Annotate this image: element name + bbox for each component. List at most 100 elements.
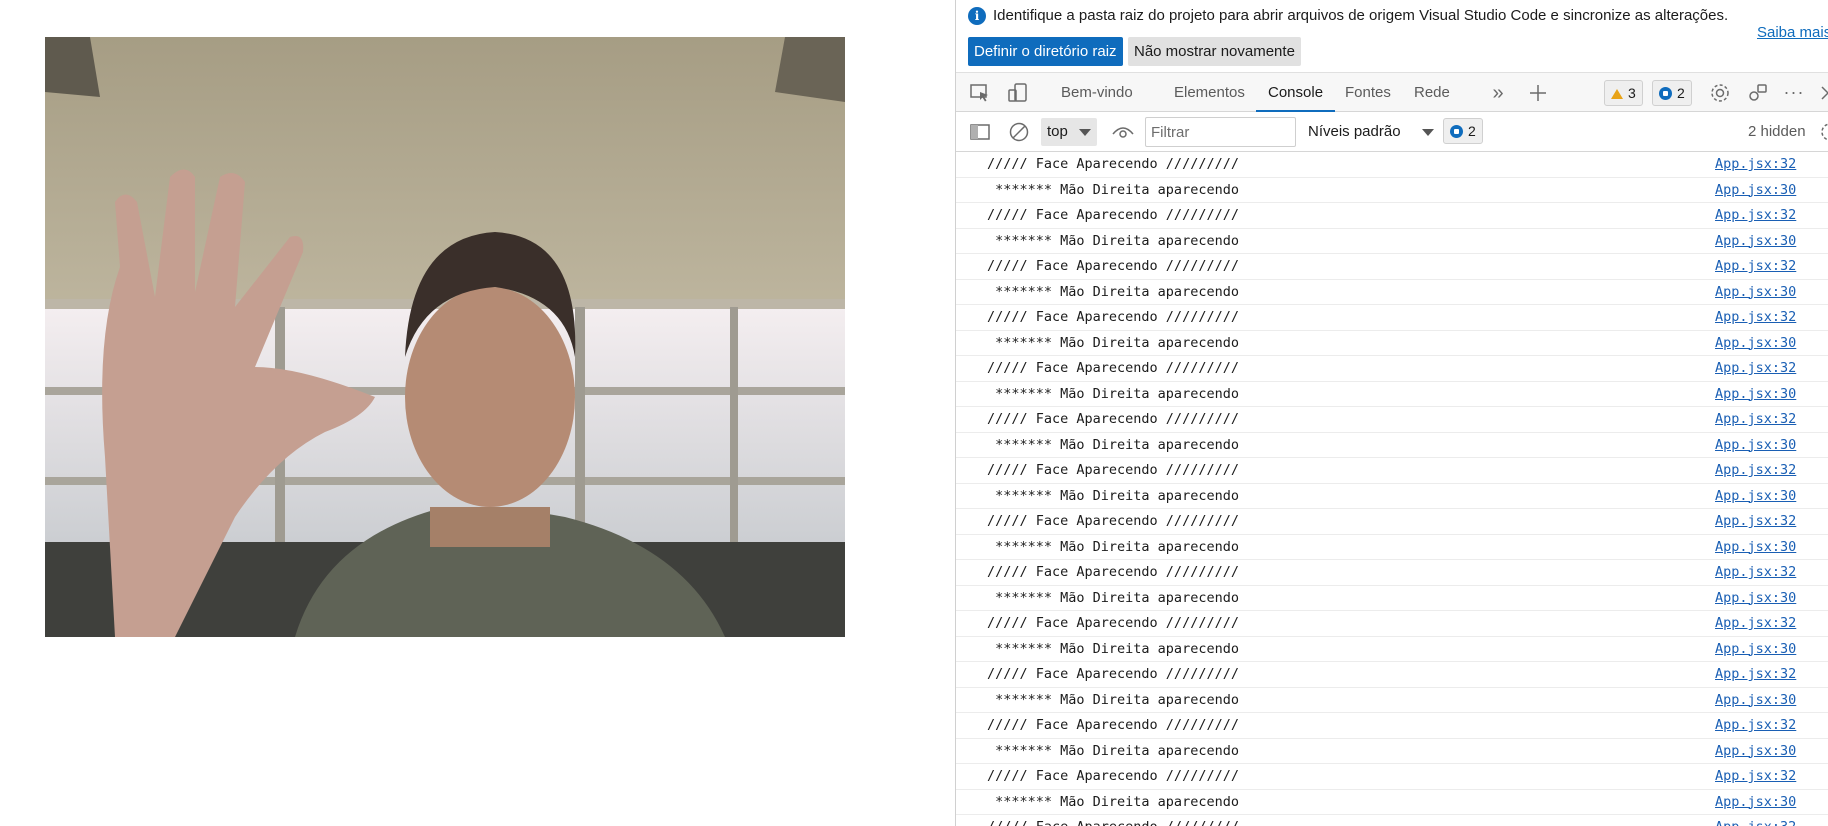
source-link[interactable]: App.jsx:32 xyxy=(1715,666,1796,682)
source-link[interactable]: App.jsx:30 xyxy=(1715,233,1796,249)
device-emulation-icon[interactable] xyxy=(1006,81,1030,105)
context-selector[interactable]: top xyxy=(1041,118,1097,146)
tab-sources[interactable]: Fontes xyxy=(1345,73,1391,112)
messages-badge[interactable]: 2 xyxy=(1652,80,1692,106)
console-message: ///// Face Aparecendo ///////// xyxy=(987,156,1239,172)
source-link[interactable]: App.jsx:30 xyxy=(1715,335,1796,351)
console-log-row: ///// Face Aparecendo ///////// App.jsx:3… xyxy=(956,764,1828,790)
console-message: ******* Mão Direita aparecendo xyxy=(987,232,1239,249)
console-log-row: ///// Face Aparecendo ///////// App.jsx:3… xyxy=(956,203,1828,229)
console-message: ///// Face Aparecendo ///////// xyxy=(987,258,1239,274)
learn-more-link[interactable]: Saiba mais xyxy=(1757,24,1828,41)
console-message: ******* Mão Direita aparecendo xyxy=(987,640,1239,657)
source-link[interactable]: App.jsx:30 xyxy=(1715,386,1796,402)
devtools-tabbar: Bem-vindo Elementos Console Fontes Rede … xyxy=(956,72,1828,112)
console-log-row: ******* Mão Direita aparecendo App.jsx:30 xyxy=(956,637,1828,662)
source-link[interactable]: App.jsx:30 xyxy=(1715,488,1796,504)
source-link[interactable]: App.jsx:30 xyxy=(1715,182,1796,198)
source-link[interactable]: App.jsx:30 xyxy=(1715,743,1796,759)
tab-console[interactable]: Console xyxy=(1256,73,1336,112)
console-log-row: ******* Mão Direita aparecendo App.jsx:30 xyxy=(956,433,1828,458)
console-message: ******* Mão Direita aparecendo xyxy=(987,283,1239,300)
source-link[interactable]: App.jsx:32 xyxy=(1715,360,1796,376)
settings-gear-icon[interactable] xyxy=(1708,81,1732,105)
console-message: ///// Face Aparecendo ///////// xyxy=(987,462,1239,478)
console-log-row: ******* Mão Direita aparecendo App.jsx:30 xyxy=(956,790,1828,815)
hidden-messages-count: 2 hidden xyxy=(1748,123,1806,140)
console-message: ******* Mão Direita aparecendo xyxy=(987,334,1239,351)
source-link[interactable]: App.jsx:32 xyxy=(1715,768,1796,784)
screen: i Identifique a pasta raiz do projeto pa… xyxy=(0,0,1828,826)
messages-count: 2 xyxy=(1677,85,1685,101)
source-link[interactable]: App.jsx:32 xyxy=(1715,513,1796,529)
console-log-row: ///// Face Aparecendo ///////// App.jsx:3… xyxy=(956,254,1828,280)
message-icon xyxy=(1450,125,1463,138)
console-log-row: ///// Face Aparecendo ///////// App.jsx:3… xyxy=(956,713,1828,739)
warnings-badge[interactable]: 3 xyxy=(1604,80,1643,106)
console-log-row: ///// Face Aparecendo ///////// App.jsx:3… xyxy=(956,611,1828,637)
source-link[interactable]: App.jsx:30 xyxy=(1715,539,1796,555)
feedback-icon[interactable] xyxy=(1746,81,1770,105)
set-root-directory-button[interactable]: Definir o diretório raiz xyxy=(968,37,1123,66)
log-levels-dropdown[interactable]: Níveis padrão xyxy=(1308,112,1434,152)
source-link[interactable]: App.jsx:30 xyxy=(1715,437,1796,453)
source-link[interactable]: App.jsx:30 xyxy=(1715,590,1796,606)
source-link[interactable]: App.jsx:32 xyxy=(1715,819,1796,826)
console-log-row: ///// Face Aparecendo ///////// App.jsx:3… xyxy=(956,509,1828,535)
console-settings-gear-icon[interactable] xyxy=(1818,120,1828,144)
source-link[interactable]: App.jsx:32 xyxy=(1715,207,1796,223)
close-devtools-icon[interactable] xyxy=(1816,81,1828,105)
source-link[interactable]: App.jsx:32 xyxy=(1715,156,1796,172)
console-message: ******* Mão Direita aparecendo xyxy=(987,181,1239,198)
source-link[interactable]: App.jsx:32 xyxy=(1715,462,1796,478)
console-log-row: ******* Mão Direita aparecendo App.jsx:30 xyxy=(956,229,1828,254)
source-link[interactable]: App.jsx:30 xyxy=(1715,284,1796,300)
tab-elements[interactable]: Elementos xyxy=(1174,73,1245,112)
more-tabs-icon[interactable]: » xyxy=(1486,81,1510,105)
sidebar-toggle-icon[interactable] xyxy=(968,120,992,144)
warnings-count: 3 xyxy=(1628,85,1636,101)
source-link[interactable]: App.jsx:30 xyxy=(1715,794,1796,810)
source-link[interactable]: App.jsx:30 xyxy=(1715,641,1796,657)
console-log-row: ///// Face Aparecendo ///////// App.jsx:3… xyxy=(956,815,1828,826)
console-log-row: ******* Mão Direita aparecendo App.jsx:30 xyxy=(956,331,1828,356)
console-message: ******* Mão Direita aparecendo xyxy=(987,436,1239,453)
console-message: ******* Mão Direita aparecendo xyxy=(987,691,1239,708)
tab-network[interactable]: Rede xyxy=(1414,73,1450,112)
more-options-icon[interactable]: ··· xyxy=(1782,81,1806,105)
live-expression-eye-icon[interactable] xyxy=(1111,120,1135,144)
console-message: ******* Mão Direita aparecendo xyxy=(987,487,1239,504)
console-log-row: ///// Face Aparecendo ///////// App.jsx:3… xyxy=(956,152,1828,178)
info-icon: i xyxy=(968,7,986,25)
tab-welcome[interactable]: Bem-vindo xyxy=(1061,73,1133,112)
source-link[interactable]: App.jsx:30 xyxy=(1715,692,1796,708)
source-link[interactable]: App.jsx:32 xyxy=(1715,717,1796,733)
console-toolbar: top Níveis padrão 2 2 hidden xyxy=(956,112,1828,152)
messages-filter-badge[interactable]: 2 xyxy=(1443,118,1483,144)
source-link[interactable]: App.jsx:32 xyxy=(1715,564,1796,580)
source-link[interactable]: App.jsx:32 xyxy=(1715,615,1796,631)
console-log-row: ******* Mão Direita aparecendo App.jsx:30 xyxy=(956,535,1828,560)
source-link[interactable]: App.jsx:32 xyxy=(1715,258,1796,274)
warning-icon xyxy=(1611,89,1623,99)
console-log-row: ******* Mão Direita aparecendo App.jsx:30 xyxy=(956,688,1828,713)
filter-input[interactable] xyxy=(1145,117,1296,147)
console-log-row: ///// Face Aparecendo ///////// App.jsx:3… xyxy=(956,407,1828,433)
webcam-video xyxy=(45,37,845,637)
console-message: ******* Mão Direita aparecendo xyxy=(987,793,1239,810)
dont-show-again-button[interactable]: Não mostrar novamente xyxy=(1128,37,1301,66)
console-message: ///// Face Aparecendo ///////// xyxy=(987,768,1239,784)
source-link[interactable]: App.jsx:32 xyxy=(1715,309,1796,325)
console-message: ///// Face Aparecendo ///////// xyxy=(987,666,1239,682)
console-message: ///// Face Aparecendo ///////// xyxy=(987,615,1239,631)
console-log-row: ******* Mão Direita aparecendo App.jsx:30 xyxy=(956,586,1828,611)
context-value: top xyxy=(1047,123,1068,140)
add-tab-icon[interactable] xyxy=(1526,81,1550,105)
console-log-list[interactable]: ///// Face Aparecendo ///////// App.jsx:3… xyxy=(956,152,1828,826)
infobar-message: Identifique a pasta raiz do projeto para… xyxy=(993,7,1729,24)
source-link[interactable]: App.jsx:32 xyxy=(1715,411,1796,427)
clear-console-icon[interactable] xyxy=(1007,120,1031,144)
console-log-row: ///// Face Aparecendo ///////// App.jsx:3… xyxy=(956,356,1828,382)
inspect-element-icon[interactable] xyxy=(968,81,992,105)
console-log-row: ******* Mão Direita aparecendo App.jsx:30 xyxy=(956,739,1828,764)
